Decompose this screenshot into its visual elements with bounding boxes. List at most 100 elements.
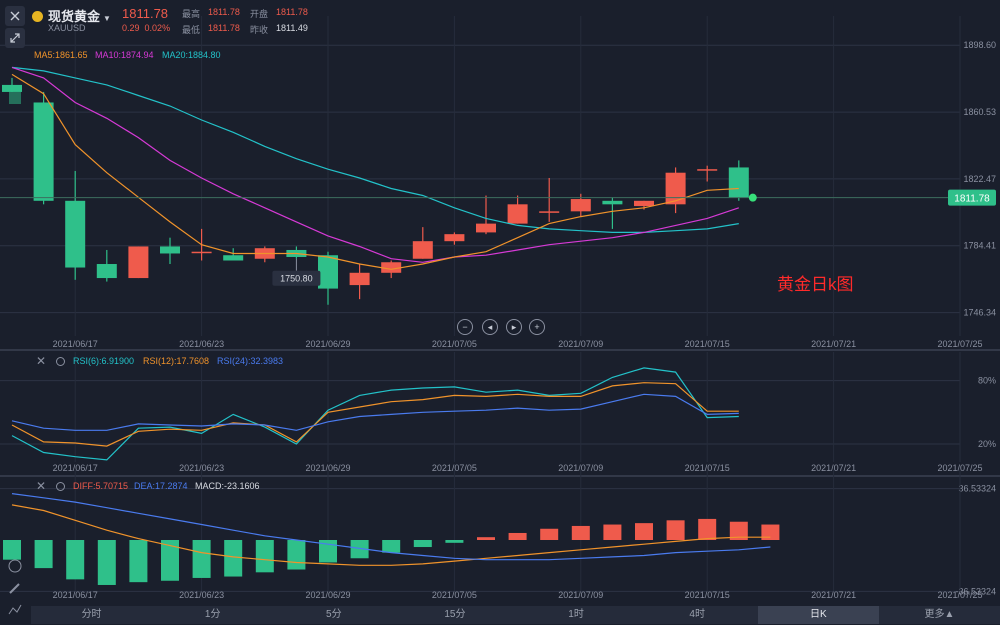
rsi-line-rsi24 xyxy=(11,393,739,431)
rsi-y-tick-label: 20% xyxy=(978,439,996,449)
scroll-left-icon[interactable]: ◂ xyxy=(482,319,498,335)
candle-body xyxy=(191,251,212,254)
tab-15min[interactable]: 15分 xyxy=(394,606,515,624)
macd-x-tick-label: 2021/06/29 xyxy=(305,590,350,600)
macd-x-tick-label: 2021/07/15 xyxy=(685,590,730,600)
candle-body xyxy=(634,200,654,207)
indicator-icon[interactable] xyxy=(5,600,25,620)
price-y-tick-label: 1784.41 xyxy=(963,241,996,251)
legend-ma20: MA20:1884.80 xyxy=(162,50,221,60)
low-value: 1811.78 xyxy=(208,23,240,33)
candle-body xyxy=(539,211,560,213)
price-change-pct: 0.02% xyxy=(144,23,171,33)
zoom-in-icon[interactable]: + xyxy=(529,319,545,335)
open-label: 开盘 xyxy=(250,9,269,19)
price-change-abs: 0.29 xyxy=(122,23,140,33)
rsi-settings-icon[interactable] xyxy=(56,357,65,366)
timeframe-tabs: 分时 1分 5分 15分 1时 4时 日K 更多▲ xyxy=(31,606,1000,624)
ma20-line xyxy=(11,66,739,233)
tab-1hour[interactable]: 1时 xyxy=(516,606,637,624)
macd-bar xyxy=(97,540,116,585)
drawing-toolbar xyxy=(0,0,30,624)
macd-settings-icon[interactable] xyxy=(56,482,65,491)
tab-more[interactable]: 更多▲ xyxy=(879,606,1000,624)
candle-body xyxy=(697,169,718,171)
price-x-tick-label: 2021/07/21 xyxy=(811,339,856,349)
macd-bar xyxy=(571,525,590,540)
gold-coin-icon xyxy=(32,11,43,22)
candle-body xyxy=(318,255,338,289)
legend-ma10: MA10:1874.94 xyxy=(95,50,154,60)
legend-ma5: MA5:1861.65 xyxy=(34,50,88,60)
candle-body xyxy=(665,172,686,205)
candle-body xyxy=(602,200,623,205)
macd-bar xyxy=(129,540,148,583)
macd-bar xyxy=(413,540,432,548)
macd-bar xyxy=(603,524,622,540)
candle-body xyxy=(223,255,244,261)
zoom-out-icon[interactable]: − xyxy=(457,319,473,335)
tools-icon[interactable] xyxy=(5,556,25,576)
macd-x-tick-label: 2021/07/21 xyxy=(811,590,856,600)
candle-body xyxy=(65,200,86,268)
scroll-right-icon[interactable]: ▸ xyxy=(506,319,522,335)
candle-body xyxy=(507,204,528,224)
chart-canvas[interactable]: 1898.60 1860.53 1822.47 1784.41 1746.34 2021/… xyxy=(0,0,1000,624)
legend-rsi24: RSI(24):32.3983 xyxy=(217,356,284,366)
macd-bar xyxy=(698,518,717,540)
high-value: 1811.78 xyxy=(208,7,240,17)
price-y-tick-label: 1898.60 xyxy=(963,40,996,50)
legend-macd: MACD:-23.1606 xyxy=(195,481,260,491)
candle-body xyxy=(128,246,149,279)
price-change: 0.29 0.02% xyxy=(122,23,170,33)
ma10-line xyxy=(11,66,739,263)
macd-bar xyxy=(382,540,401,553)
price-x-tick-label: 2021/07/25 xyxy=(937,339,982,349)
macd-bar xyxy=(224,540,243,577)
tab-4hour[interactable]: 4时 xyxy=(637,606,758,624)
rsi-pane-close-icon[interactable]: ✕ xyxy=(36,354,46,368)
tab-daily-k[interactable]: 日K xyxy=(757,606,879,624)
expand-icon[interactable] xyxy=(5,28,25,48)
legend-diff: DIFF:5.70715 xyxy=(73,481,129,491)
high-label: 最高 xyxy=(182,9,201,19)
prev-close-label: 昨收 xyxy=(250,25,269,35)
trendline-tool-icon[interactable] xyxy=(5,88,25,108)
candle-body xyxy=(476,223,496,233)
price-x-tick-label: 2021/06/17 xyxy=(53,339,98,349)
price-y-tick-label: 1822.47 xyxy=(963,174,996,184)
macd-x-tick-label: 2021/06/23 xyxy=(179,590,224,600)
instrument-name: 现货黄金 xyxy=(48,9,101,24)
diff-line xyxy=(11,504,771,566)
macd-bar xyxy=(66,540,85,580)
close-icon[interactable] xyxy=(5,6,25,26)
candle-body xyxy=(728,167,749,198)
candle-body xyxy=(33,102,54,201)
pen-icon[interactable] xyxy=(5,578,25,598)
macd-x-tick-label: 2021/06/17 xyxy=(53,590,98,600)
instrument-symbol: XAUUSD xyxy=(48,23,86,33)
macd-y-tick-label: 36.53324 xyxy=(958,484,996,494)
price-x-tick-label: 2021/07/09 xyxy=(558,339,603,349)
current-price-dot xyxy=(748,193,757,202)
macd-bar xyxy=(192,540,211,578)
macd-x-tick-label: 2021/07/05 xyxy=(432,590,477,600)
tab-1min[interactable]: 1分 xyxy=(152,606,273,624)
price-y-tick-label: 1860.53 xyxy=(963,107,996,117)
candle-body xyxy=(444,234,465,242)
macd-x-tick-label: 2021/07/25 xyxy=(937,590,982,600)
chevron-down-icon[interactable]: ▼ xyxy=(103,14,111,23)
candle-body xyxy=(349,272,370,286)
tab-timeshare[interactable]: 分时 xyxy=(31,606,152,624)
candle-body xyxy=(570,199,591,212)
macd-pane-close-icon[interactable]: ✕ xyxy=(36,479,46,493)
legend-rsi12: RSI(12):17.7608 xyxy=(143,356,210,366)
macd-bar xyxy=(508,532,527,540)
current-price-tag-label: 1811.78 xyxy=(954,194,990,205)
tab-5min[interactable]: 5分 xyxy=(273,606,394,624)
candle-body xyxy=(412,241,433,259)
candle-body xyxy=(160,246,180,254)
macd-bar xyxy=(635,523,653,540)
macd-bar xyxy=(666,520,685,540)
macd-bar xyxy=(34,540,53,569)
